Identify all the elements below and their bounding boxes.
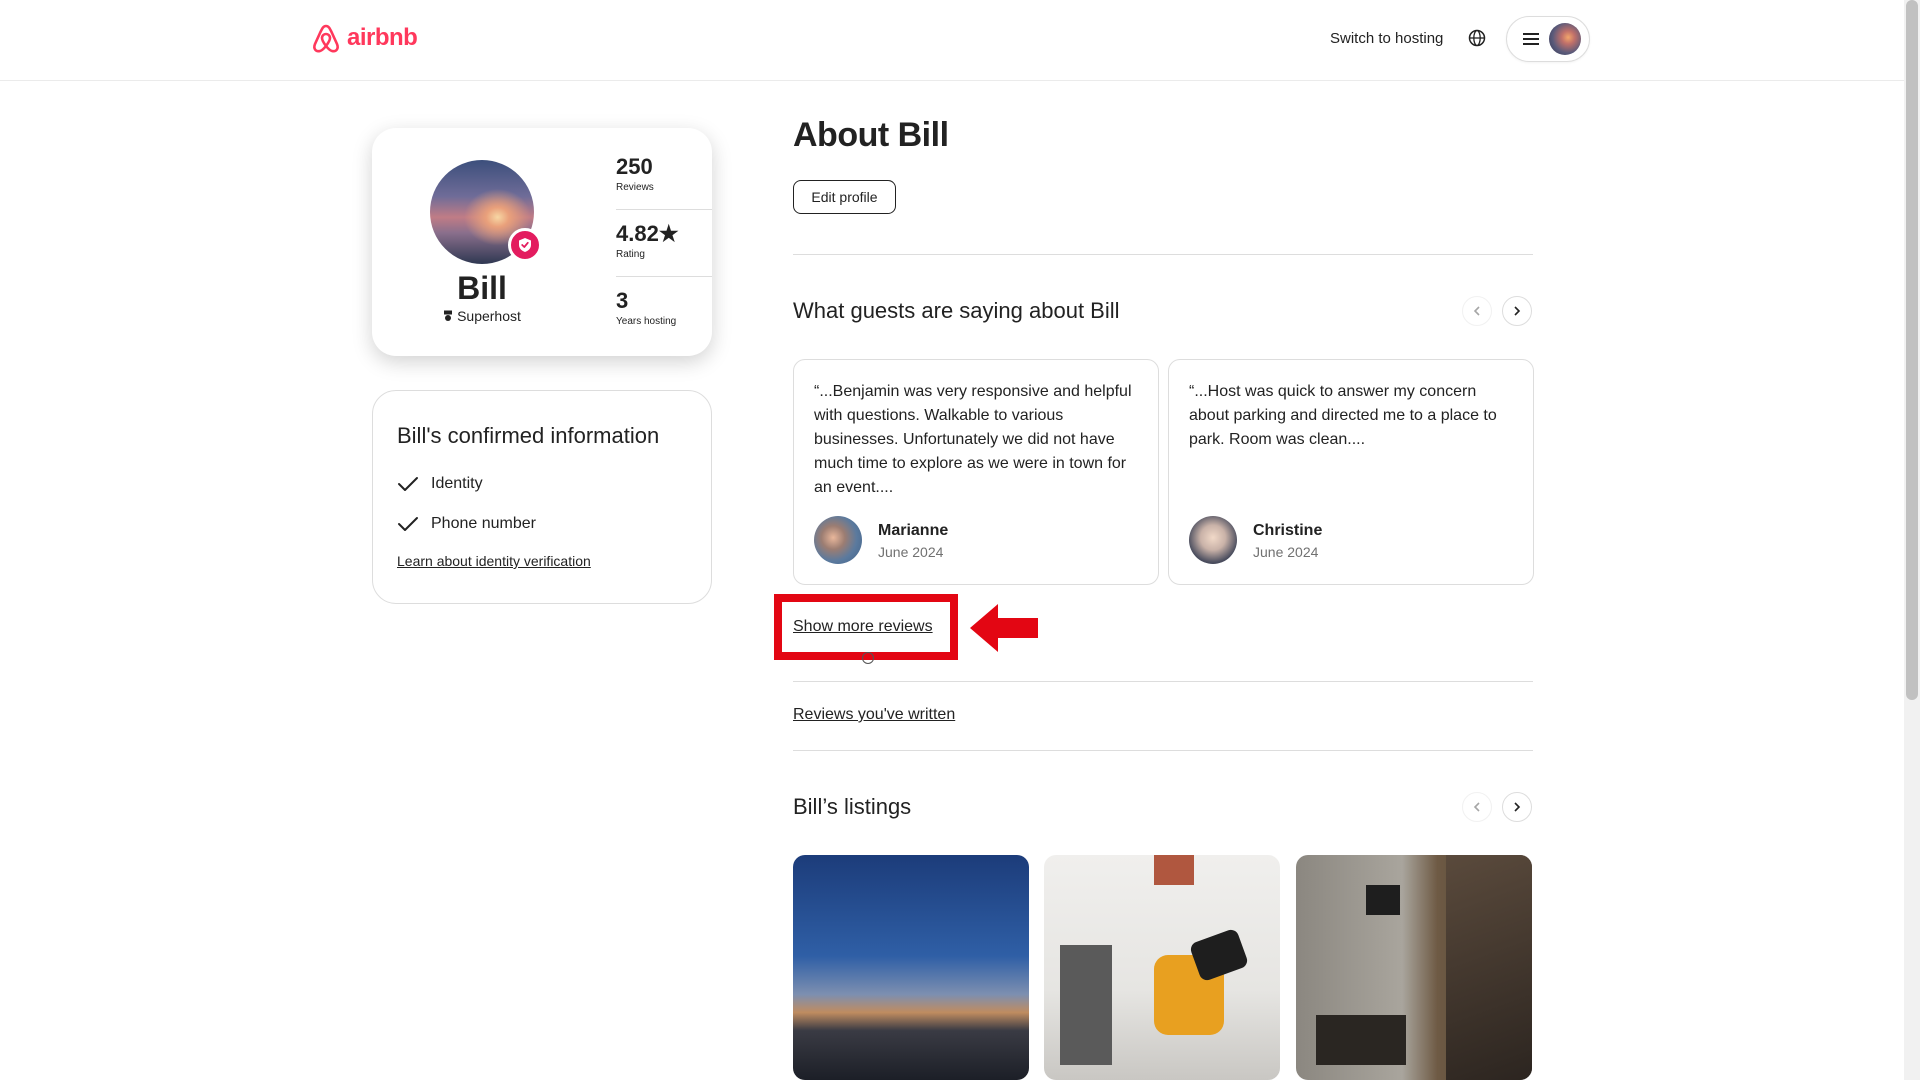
- superhost-icon: [444, 310, 453, 321]
- stat-value: 3: [616, 288, 629, 313]
- edit-profile-button[interactable]: Edit profile: [793, 180, 896, 214]
- dog-sign-shape: [1366, 885, 1400, 915]
- hamburger-icon: [1523, 30, 1539, 48]
- stat-label: Years hosting: [616, 316, 677, 327]
- reviews-section-title: What guests are saying about Bill: [793, 298, 1120, 323]
- chevron-left-icon: [1473, 306, 1480, 316]
- mouse-cursor-icon: [862, 652, 874, 664]
- desk-shape: [1316, 1015, 1406, 1065]
- chevron-right-icon: [1514, 802, 1521, 812]
- cabinet-shape: [1060, 945, 1112, 1065]
- stat-label: Rating: [616, 249, 645, 260]
- listing-photo[interactable]: [1044, 855, 1280, 1080]
- user-menu-button[interactable]: [1506, 16, 1590, 62]
- listing-photo[interactable]: [793, 855, 1029, 1080]
- review-date: June 2024: [1253, 544, 1319, 560]
- stat-label: Reviews: [616, 182, 654, 193]
- airbnb-logo-icon: [313, 24, 339, 53]
- review-card[interactable]: “...Benjamin was very responsive and hel…: [793, 359, 1159, 585]
- divider: [793, 681, 1533, 682]
- reviews-written-link[interactable]: Reviews you've written: [793, 706, 955, 724]
- listings-section-title: Bill’s listings: [793, 794, 912, 819]
- review-card[interactable]: “...Host was quick to answer my concern …: [1168, 359, 1534, 585]
- annotation-arrow-icon: [970, 604, 1038, 652]
- user-avatar: [1549, 23, 1581, 55]
- stat-divider: [616, 209, 712, 210]
- stat-rating: 4.82★ Rating: [616, 221, 712, 260]
- confirmed-info-title: Bill's confirmed information: [397, 423, 660, 448]
- superhost-text: Superhost: [457, 308, 521, 324]
- confirmed-item-label: Phone number: [431, 515, 536, 532]
- review-date: June 2024: [878, 544, 944, 560]
- scrollbar-thumb[interactable]: [1906, 0, 1918, 700]
- switch-to-hosting-link[interactable]: Switch to hosting: [1330, 30, 1443, 47]
- reviews-next-button[interactable]: [1502, 296, 1532, 326]
- stat-value: 250: [616, 154, 653, 179]
- top-header: airbnb Switch to hosting: [0, 0, 1904, 81]
- staircase-shape: [1446, 855, 1532, 1080]
- chevron-left-icon: [1473, 802, 1480, 812]
- reviewer-avatar: [814, 516, 862, 564]
- superhost-label: Superhost: [372, 308, 592, 324]
- listings-prev-button[interactable]: [1462, 792, 1492, 822]
- profile-card: Bill Superhost 250 Reviews 4.82★ Rating …: [372, 128, 712, 356]
- globe-icon[interactable]: [1468, 29, 1486, 52]
- divider: [793, 750, 1533, 751]
- listing-photo[interactable]: [1296, 855, 1532, 1080]
- host-name: Bill: [457, 270, 507, 306]
- checkmark-icon: [398, 477, 418, 491]
- reviews-prev-button[interactable]: [1462, 296, 1492, 326]
- confirmed-item-label: Identity: [431, 475, 483, 492]
- chevron-right-icon: [1514, 306, 1521, 316]
- divider: [793, 254, 1533, 255]
- reviewer-avatar: [1189, 516, 1237, 564]
- show-more-reviews-button[interactable]: Show more reviews: [793, 618, 933, 636]
- reviewer-name: Christine: [1253, 522, 1323, 539]
- review-text: “...Host was quick to answer my concern …: [1189, 383, 1497, 448]
- confirmed-item-phone: Phone number: [397, 515, 536, 533]
- stat-value: 4.82★: [616, 221, 679, 246]
- stat-divider: [616, 276, 712, 277]
- confirmed-item-identity: Identity: [397, 475, 483, 493]
- airbnb-logo[interactable]: airbnb: [311, 22, 418, 54]
- stat-years-hosting: 3 Years hosting: [616, 288, 712, 327]
- checkmark-icon: [398, 517, 418, 531]
- wall-art-shape: [1154, 855, 1194, 885]
- logo-text: airbnb: [347, 24, 418, 51]
- listings-next-button[interactable]: [1502, 792, 1532, 822]
- review-text: “...Benjamin was very responsive and hel…: [814, 383, 1132, 496]
- confirmed-info-card: Bill's confirmed information Identity Ph…: [372, 390, 712, 604]
- identity-verification-link[interactable]: Learn about identity verification: [397, 553, 591, 569]
- page-title: About Bill: [793, 116, 949, 154]
- reviewer-name: Marianne: [878, 522, 949, 539]
- stat-reviews: 250 Reviews: [616, 154, 712, 193]
- verified-badge-icon: [508, 228, 542, 262]
